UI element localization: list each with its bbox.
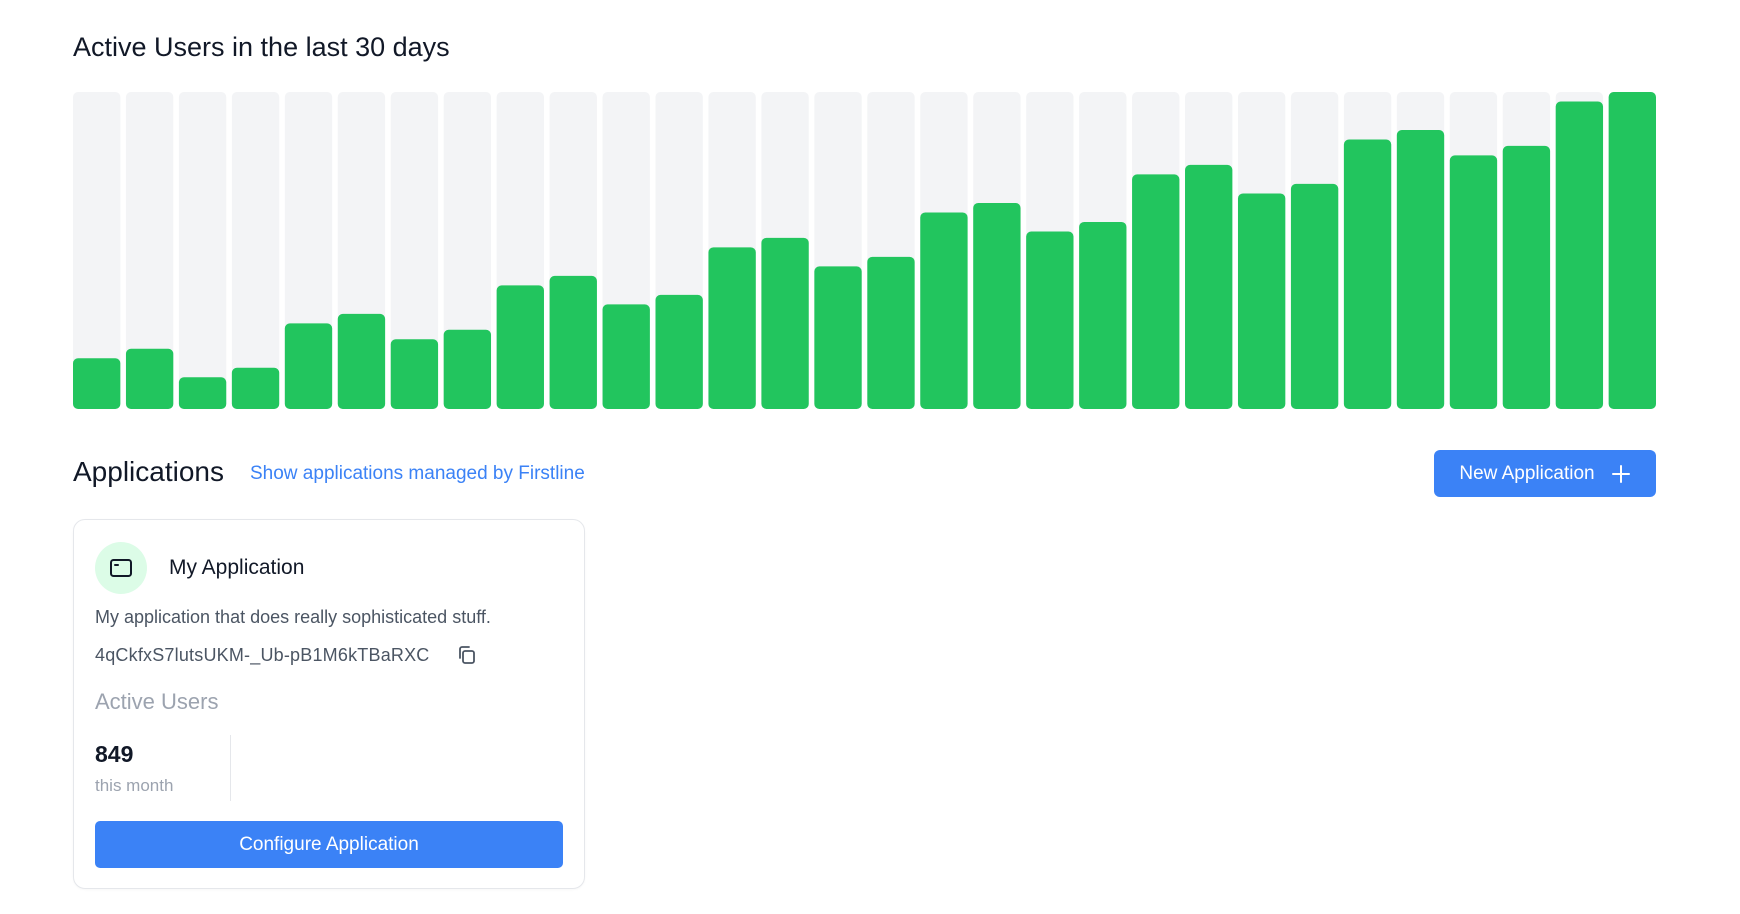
bar-day-28 (1502, 145, 1551, 409)
bar-day-25 (1343, 139, 1392, 409)
applications-title: Applications (73, 456, 224, 487)
bar-day-17 (920, 212, 968, 409)
bar-day-19 (1026, 231, 1074, 409)
bar-day-14 (761, 237, 809, 409)
app-icon-badge (95, 542, 147, 594)
bar-day-3 (178, 377, 227, 409)
plus-icon (1611, 464, 1630, 483)
new-application-button[interactable]: New Application (1434, 450, 1656, 497)
bar-day-5 (284, 323, 333, 409)
bar-day-9 (496, 285, 544, 409)
bar-day-24 (1290, 183, 1339, 409)
app-name: My Application (169, 556, 305, 579)
bar-day-4 (231, 367, 280, 409)
bar-day-26 (1396, 130, 1445, 409)
active-users-period: this month (95, 776, 174, 795)
bar-day-27 (1449, 155, 1498, 409)
bar-day-2 (125, 348, 174, 409)
bar-day-10 (549, 275, 597, 409)
bar-day-15 (814, 266, 862, 409)
bar-day-29 (1555, 101, 1604, 409)
show-managed-applications-link[interactable]: Show applications managed by Firstline (250, 463, 585, 485)
bar-day-18 (973, 202, 1021, 409)
application-card: My Application My application that does … (73, 519, 585, 889)
bar-day-30 (1608, 92, 1656, 409)
copy-icon[interactable] (456, 644, 478, 666)
bar-track (178, 92, 227, 409)
bar-day-21 (1132, 174, 1180, 409)
bar-day-7 (390, 339, 439, 409)
bar-day-13 (708, 247, 756, 409)
bar-day-22 (1185, 164, 1233, 409)
bar-day-20 (1079, 221, 1127, 409)
bar-day-16 (867, 256, 915, 409)
active-users-count: 849 (95, 741, 134, 767)
bar-day-12 (655, 294, 703, 409)
bar-day-8 (443, 329, 492, 409)
configure-application-button[interactable]: Configure Application (95, 821, 563, 868)
bar-track (231, 92, 280, 409)
bar-day-23 (1237, 193, 1286, 409)
metric-divider (230, 735, 231, 801)
active-users-chart (73, 92, 1656, 409)
bar-day-11 (602, 304, 650, 409)
active-users-bar-chart (73, 92, 1656, 409)
bar-day-1 (73, 358, 121, 409)
bar-day-6 (337, 313, 386, 409)
active-users-label: Active Users (95, 689, 219, 714)
new-application-label: New Application (1459, 462, 1595, 484)
app-window-icon (110, 559, 132, 577)
chart-title: Active Users in the last 30 days (73, 32, 450, 62)
app-client-id: 4qCkfxS7lutsUKM-_Ub-pB1M6kTBaRXC (95, 645, 430, 665)
applications-header: Applications Show applications managed b… (73, 450, 1656, 498)
app-description: My application that does really sophisti… (95, 607, 491, 627)
